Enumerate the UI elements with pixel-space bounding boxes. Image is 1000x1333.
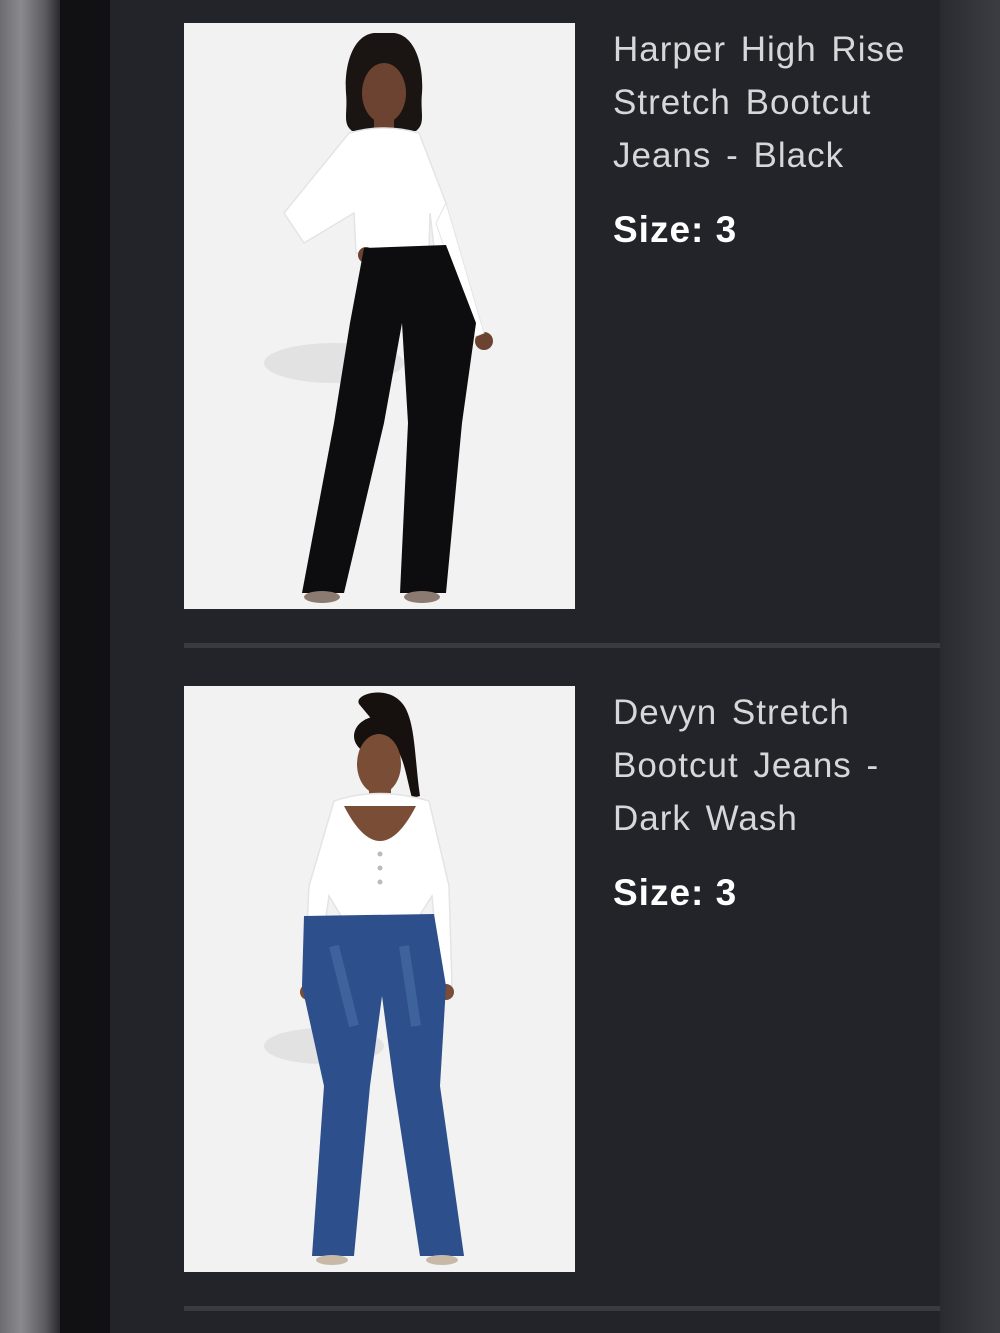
size-value: 3 xyxy=(715,872,738,913)
product-image[interactable] xyxy=(184,686,575,1272)
product-image[interactable] xyxy=(184,23,575,609)
product-name[interactable]: Devyn Stretch Bootcut Jeans - Dark Wash xyxy=(613,686,933,845)
product-size: Size: 3 xyxy=(613,872,737,914)
divider xyxy=(184,1306,940,1311)
product-name[interactable]: Harper High Rise Stretch Bootcut Jeans -… xyxy=(613,23,933,182)
product-list: Harper High Rise Stretch Bootcut Jeans -… xyxy=(110,0,940,1333)
device-bezel-left xyxy=(0,0,60,1333)
device-bezel-right xyxy=(940,0,1000,1333)
size-value: 3 xyxy=(715,209,738,250)
divider xyxy=(184,643,940,648)
side-rail xyxy=(60,0,110,1333)
size-label: Size: xyxy=(613,872,705,913)
product-size: Size: 3 xyxy=(613,209,737,251)
size-label: Size: xyxy=(613,209,705,250)
